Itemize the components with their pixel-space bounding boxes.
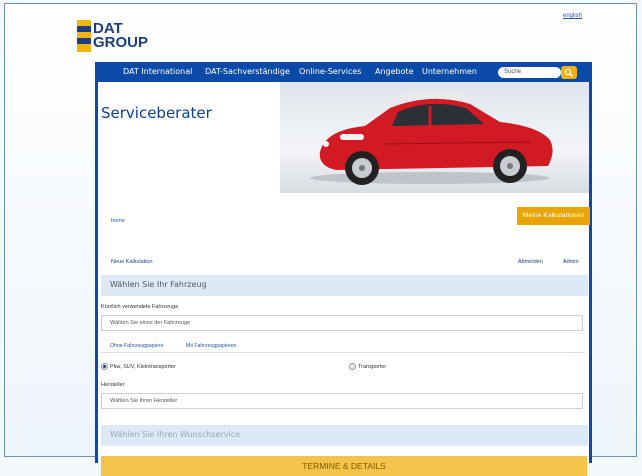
neue-kalkulation-link[interactable]: Neue Kalkulation: [111, 259, 153, 265]
nav-item-dat-international[interactable]: DAT International: [123, 67, 192, 76]
abmelden-link[interactable]: Abmelden: [518, 259, 543, 265]
red-car-image: [280, 82, 589, 193]
tab-mit-fahrzeugpapieren[interactable]: Mit Fahrzeugpapieren: [186, 343, 236, 349]
search-input[interactable]: Suche: [498, 67, 561, 78]
radio-transporter[interactable]: [349, 363, 356, 370]
logo-mark-icon: [77, 20, 91, 52]
service-section-title: Wählen Sie Ihren Wunschservice: [110, 430, 241, 439]
manufacturer-label: Hersteller: [101, 382, 125, 388]
vehicle-section-header: Wählen Sie Ihr Fahrzeug: [101, 275, 588, 296]
vehicle-section-title: Wählen Sie Ihr Fahrzeug: [110, 280, 207, 289]
content-area: Serviceberater home Meine Kalkulationen …: [98, 82, 590, 476]
termine-details-button[interactable]: TERMINE & DETAILS: [101, 456, 587, 476]
radio-transporter-label: Transporter: [358, 364, 387, 370]
service-section-header[interactable]: Wählen Sie Ihren Wunschservice: [101, 425, 588, 446]
magnifier-icon: [564, 68, 573, 77]
meine-kalkulationen-button[interactable]: Meine Kalkulationen: [517, 207, 590, 225]
radio-pkw[interactable]: [101, 363, 108, 370]
language-link[interactable]: english: [563, 13, 582, 19]
home-link[interactable]: home: [111, 218, 125, 224]
nav-item-sachverstaendige[interactable]: DAT-Sachverständige: [205, 67, 290, 76]
admin-link[interactable]: Admin: [563, 259, 579, 265]
manufacturer-select[interactable]: Wählen Sie Ihren Hersteller: [101, 393, 583, 409]
radio-pkw-label: Pkw, SUV, Kleintransporter: [110, 364, 176, 370]
main-page: DAT International DAT-Sachverständige On…: [95, 62, 592, 476]
recent-vehicles-select[interactable]: Wählen Sie eines der Fahrzeuge: [101, 315, 583, 331]
tab-ohne-fahrzeugpapiere[interactable]: Ohne Fahrzeugpapiere: [110, 343, 163, 349]
browser-frame: english DAT GROUP DAT International DAT-…: [4, 3, 637, 476]
nav-item-unternehmen[interactable]: Unternehmen: [422, 67, 477, 76]
nav-item-angebote[interactable]: Angebote: [375, 67, 414, 76]
dat-group-logo[interactable]: DAT GROUP: [77, 20, 148, 52]
logo-text-line2: GROUP: [93, 34, 149, 51]
page-title: Serviceberater: [101, 104, 212, 122]
recent-vehicles-label: Kürzlich verwendete Fahrzeuge: [101, 304, 179, 310]
hero-title-area: Serviceberater: [98, 82, 280, 193]
tab-divider: [101, 352, 585, 353]
nav-item-online-services[interactable]: Online-Services: [299, 67, 361, 76]
search-button[interactable]: [561, 66, 577, 79]
main-nav: DAT International DAT-Sachverständige On…: [95, 62, 592, 82]
